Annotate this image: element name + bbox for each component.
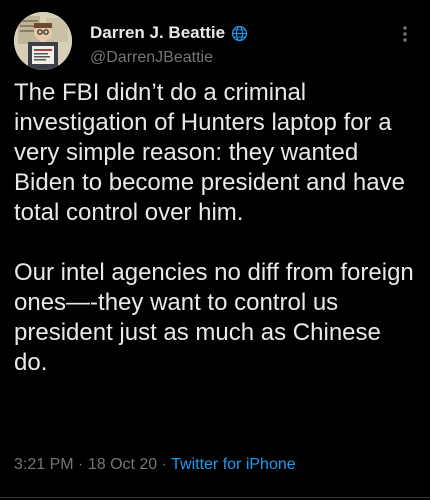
more-vertical-icon[interactable] (394, 22, 416, 46)
globe-icon (231, 25, 248, 42)
meta-separator: · (161, 456, 167, 473)
meta-separator: · (78, 456, 84, 473)
tweet-meta: 3:21 PM · 18 Oct 20 · Twitter for iPhone (14, 456, 296, 474)
tweet-text: The FBI didn’t do a criminal investigati… (14, 79, 414, 376)
avatar[interactable] (14, 12, 72, 70)
display-name[interactable]: Darren J. Beattie (90, 23, 225, 43)
tweet-time[interactable]: 3:21 PM (14, 456, 74, 473)
tweet: Darren J. Beattie @DarrenJBeattie The FB… (0, 0, 430, 500)
divider (0, 497, 430, 498)
tweet-date[interactable]: 18 Oct 20 (88, 456, 157, 473)
handle[interactable]: @DarrenJBeattie (90, 49, 213, 67)
tweet-source-link[interactable]: Twitter for iPhone (171, 456, 296, 473)
tweet-header: Darren J. Beattie @DarrenJBeattie (14, 10, 416, 70)
avatar-image (14, 12, 72, 70)
name-row: Darren J. Beattie (90, 23, 248, 43)
